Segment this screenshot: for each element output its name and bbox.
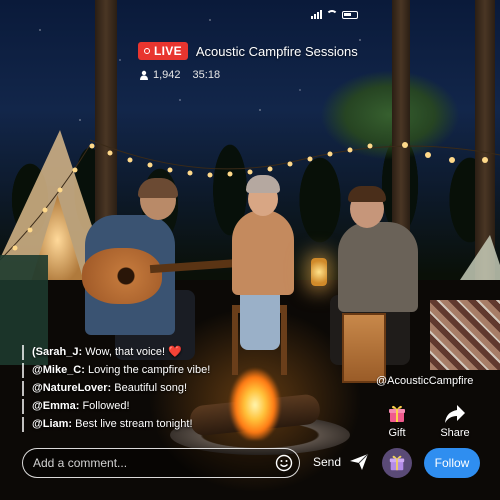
send-gift-button[interactable] bbox=[382, 448, 412, 478]
chat-username: @Mike_C: bbox=[32, 364, 85, 376]
signal-icon bbox=[311, 10, 322, 19]
status-bar bbox=[311, 10, 358, 19]
emoji-icon[interactable] bbox=[275, 454, 293, 472]
stream-meta: 1,942 35:18 bbox=[138, 69, 358, 81]
live-row: LIVE Acoustic Campfire Sessions bbox=[138, 42, 358, 60]
live-label: LIVE bbox=[154, 44, 182, 58]
gift-button[interactable]: Gift bbox=[382, 404, 412, 439]
chat-message: @Mike_C: Loving the campfire vibe! bbox=[22, 363, 252, 378]
singer-body bbox=[232, 210, 294, 295]
heart-icon: ❤️ bbox=[168, 346, 182, 358]
viewer-count-value: 1,942 bbox=[153, 69, 181, 81]
user-icon bbox=[140, 70, 148, 80]
stream-title: Acoustic Campfire Sessions bbox=[195, 43, 358, 59]
viewer-count: 1,942 bbox=[139, 69, 181, 81]
comment-box[interactable] bbox=[22, 448, 300, 478]
chat-username: @Liam: bbox=[32, 418, 73, 430]
live-badge: LIVE bbox=[138, 42, 188, 60]
share-label: Share bbox=[440, 427, 470, 439]
battery-icon bbox=[342, 10, 358, 19]
live-dot-icon bbox=[144, 48, 150, 54]
chat-text: Loving the campfire vibe! bbox=[84, 364, 211, 376]
singer-beanie bbox=[246, 175, 280, 193]
bottom-bar: Send Follow bbox=[0, 448, 500, 482]
chat-username: @Emma: bbox=[32, 400, 80, 412]
comment-input[interactable] bbox=[33, 456, 275, 470]
share-button[interactable]: Share bbox=[436, 404, 474, 439]
live-chat: (Sarah_J: Wow, that voice! ❤️ @Mike_C: L… bbox=[22, 345, 252, 432]
chat-username: (Sarah_J: bbox=[32, 346, 83, 358]
gift-icon bbox=[389, 455, 405, 471]
camp-chair-right-blanket bbox=[430, 300, 500, 370]
drummer-hair bbox=[348, 186, 386, 202]
follow-button[interactable]: Follow bbox=[424, 448, 480, 478]
send-icon bbox=[350, 453, 369, 470]
chat-message: @Emma: Followed! bbox=[22, 399, 252, 414]
chat-text: Wow, that voice! bbox=[82, 346, 169, 358]
gift-label: Gift bbox=[388, 427, 406, 439]
guitarist-beanie bbox=[138, 178, 178, 198]
cajon-drum bbox=[342, 313, 386, 383]
lantern bbox=[311, 258, 327, 286]
send-label: Send bbox=[313, 455, 342, 469]
acoustic-guitar bbox=[82, 248, 162, 304]
stream-duration: 35:18 bbox=[192, 69, 221, 81]
drummer-body bbox=[338, 222, 418, 312]
wifi-icon bbox=[326, 10, 338, 19]
chat-text: Best live stream tonight! bbox=[72, 418, 193, 430]
chat-message: @NatureLover: Beautiful song! bbox=[22, 381, 252, 396]
chat-text: Beautiful song! bbox=[111, 382, 188, 394]
chat-message: (Sarah_J: Wow, that voice! ❤️ bbox=[22, 345, 252, 360]
chat-message: @Liam: Best live stream tonight! bbox=[22, 417, 252, 432]
gift-icon bbox=[389, 405, 405, 422]
send-button[interactable]: Send bbox=[313, 453, 369, 471]
channel-handle[interactable]: @AcousticCampfire bbox=[376, 375, 473, 387]
stream-header: LIVE Acoustic Campfire Sessions 1,942 35… bbox=[138, 42, 358, 81]
chat-username: @NatureLover: bbox=[32, 382, 112, 394]
chat-text: Followed! bbox=[79, 400, 130, 412]
share-arrow-icon bbox=[445, 405, 465, 423]
